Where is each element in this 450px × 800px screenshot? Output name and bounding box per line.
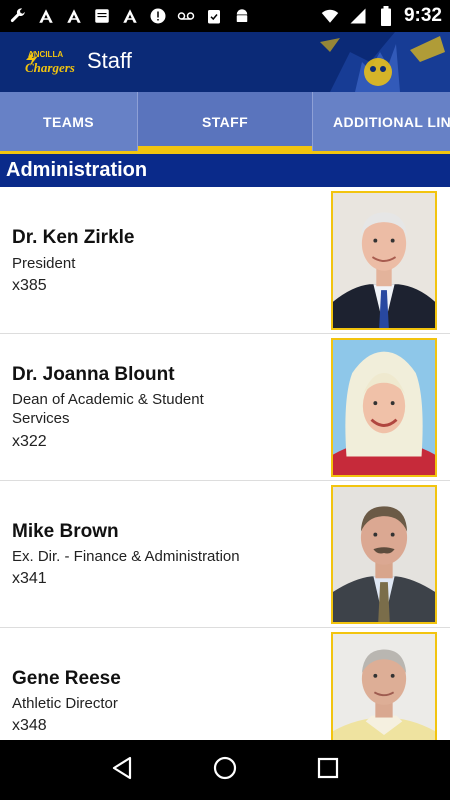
recents-square-icon [317, 757, 339, 784]
tab-additional-links[interactable]: ADDITIONAL LINKS [313, 92, 450, 151]
voicemail-icon [176, 6, 196, 26]
app-bar: ANCILLA Chargers Staff [0, 32, 450, 92]
section-title: Administration [6, 159, 148, 181]
home-button[interactable] [205, 750, 245, 790]
android-icon [232, 6, 252, 26]
signal-icon [348, 6, 368, 26]
tab-staff[interactable]: STAFF [138, 92, 312, 151]
system-nav-bar [0, 740, 450, 800]
wifi-icon [320, 6, 340, 26]
staff-name: Dr. Joanna Blount [12, 364, 175, 385]
page-title: Staff [87, 48, 132, 73]
chargers-logo: ANCILLA Chargers [22, 46, 76, 78]
staff-row[interactable]: Mike Brown Ex. Dir. - Finance & Administ… [0, 481, 450, 628]
staff-row[interactable]: Dr. Joanna Blount Dean of Academic & Stu… [0, 334, 450, 481]
staff-extension: x385 [12, 277, 47, 294]
alert-icon [148, 6, 168, 26]
a-icon [36, 6, 56, 26]
a-icon [120, 6, 140, 26]
system-icons: 9:32 [320, 5, 442, 27]
staff-role: Ex. Dir. - Finance & Administration [12, 548, 240, 565]
clipboard-check-icon [204, 6, 224, 26]
staff-photo [331, 191, 437, 330]
tab-bar: TEAMS STAFF ADDITIONAL LINKS [0, 92, 450, 151]
staff-role: President [12, 255, 76, 272]
back-button[interactable] [102, 750, 142, 790]
battery-icon [376, 6, 396, 26]
clock: 9:32 [403, 5, 442, 26]
staff-name: Mike Brown [12, 521, 119, 542]
staff-photo [331, 632, 437, 740]
home-circle-icon [213, 756, 237, 785]
staff-extension: x322 [12, 433, 47, 450]
staff-extension: x348 [12, 717, 47, 734]
staff-list: Dr. Ken Zirkle President x385 Dr. Joanna… [0, 187, 450, 740]
mascot-image [300, 32, 450, 92]
bible-icon [92, 6, 112, 26]
staff-role: Dean of Academic & Student Services [12, 391, 204, 427]
staff-row[interactable]: Gene Reese Athletic Director x348 [0, 628, 450, 740]
staff-role: Athletic Director [12, 695, 118, 712]
staff-extension: x341 [12, 570, 47, 587]
status-bar: 9:32 [0, 0, 450, 32]
notification-icons [8, 6, 252, 26]
recents-button[interactable] [308, 750, 348, 790]
tab-teams[interactable]: TEAMS [0, 92, 137, 151]
staff-name: Dr. Ken Zirkle [12, 227, 135, 248]
staff-name: Gene Reese [12, 668, 121, 689]
back-triangle-icon [111, 756, 133, 785]
staff-row[interactable]: Dr. Ken Zirkle President x385 [0, 187, 450, 334]
staff-photo [331, 338, 437, 477]
section-header: Administration [0, 151, 450, 187]
a-icon [64, 6, 84, 26]
wrench-icon [8, 6, 28, 26]
staff-photo [331, 485, 437, 624]
